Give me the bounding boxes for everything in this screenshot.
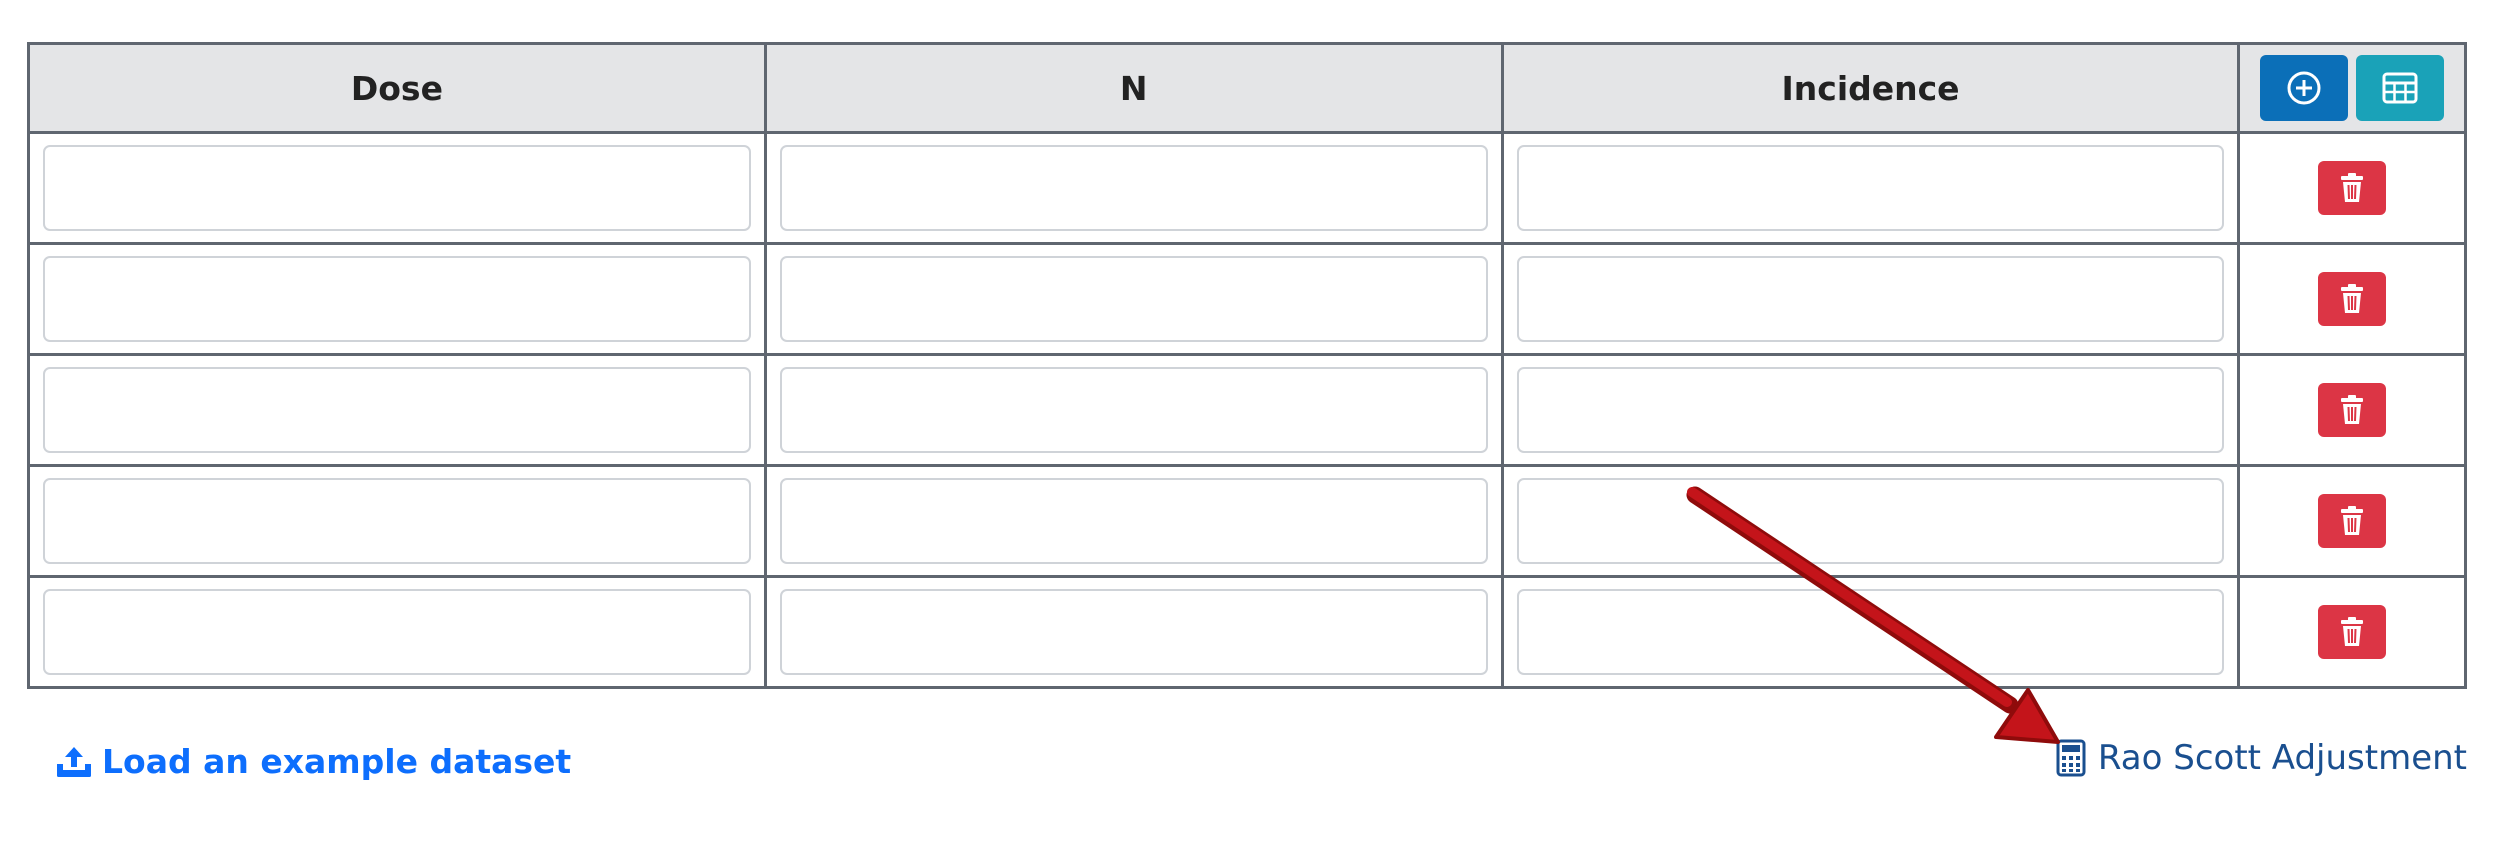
incidence-input[interactable] xyxy=(1516,589,2225,675)
table-row xyxy=(27,242,2467,356)
table-view-button[interactable] xyxy=(2356,55,2445,121)
table-row xyxy=(27,464,2467,578)
row-actions-cell xyxy=(2237,242,2467,356)
incidence-cell xyxy=(1500,575,2241,689)
load-example-label: Load an example dataset xyxy=(102,742,572,781)
column-header-dose: Dose xyxy=(27,42,767,134)
n-cell xyxy=(763,242,1504,356)
row-actions-cell xyxy=(2237,353,2467,467)
table-header-row: Dose N Incidence xyxy=(27,42,2467,134)
incidence-cell xyxy=(1500,464,2241,578)
dose-cell xyxy=(27,353,767,467)
incidence-input[interactable] xyxy=(1516,478,2225,564)
n-cell xyxy=(763,575,1504,689)
dose-cell xyxy=(27,575,767,689)
table-row xyxy=(27,575,2467,689)
calculator-icon xyxy=(2056,739,2086,777)
delete-row-button[interactable] xyxy=(2318,272,2387,326)
rao-scott-label: Rao Scott Adjustment xyxy=(2097,738,2467,778)
n-cell xyxy=(763,353,1504,467)
trash-icon xyxy=(2341,395,2364,424)
upload-icon xyxy=(57,746,91,777)
dose-input[interactable] xyxy=(43,367,751,453)
plus-circle-icon xyxy=(2287,71,2321,105)
n-input[interactable] xyxy=(779,145,1488,231)
page: Dose N Incidence Load an example dataset… xyxy=(0,0,2510,859)
delete-row-button[interactable] xyxy=(2318,494,2387,548)
trash-icon xyxy=(2341,173,2364,202)
dose-response-table: Dose N Incidence xyxy=(27,42,2467,689)
dose-cell xyxy=(27,464,767,578)
delete-row-button[interactable] xyxy=(2318,161,2387,215)
table-row xyxy=(27,131,2467,245)
incidence-cell xyxy=(1500,131,2241,245)
row-actions-cell xyxy=(2237,464,2467,578)
n-input[interactable] xyxy=(779,367,1488,453)
column-header-actions xyxy=(2237,42,2467,134)
n-cell xyxy=(763,464,1504,578)
table-icon xyxy=(2382,72,2418,104)
dose-input[interactable] xyxy=(43,256,751,342)
add-row-button[interactable] xyxy=(2260,55,2349,121)
incidence-cell xyxy=(1500,242,2241,356)
dose-input[interactable] xyxy=(43,478,751,564)
trash-icon xyxy=(2341,506,2364,535)
column-header-n: N xyxy=(763,42,1504,134)
trash-icon xyxy=(2341,617,2364,646)
load-example-dataset-link[interactable]: Load an example dataset xyxy=(54,742,571,781)
row-actions-cell xyxy=(2237,575,2467,689)
column-header-incidence: Incidence xyxy=(1500,42,2241,134)
dose-cell xyxy=(27,131,767,245)
row-actions-cell xyxy=(2237,131,2467,245)
incidence-input[interactable] xyxy=(1516,367,2225,453)
dose-input[interactable] xyxy=(43,145,751,231)
delete-row-button[interactable] xyxy=(2318,383,2387,437)
trash-icon xyxy=(2341,284,2364,313)
incidence-input[interactable] xyxy=(1516,256,2225,342)
n-cell xyxy=(763,131,1504,245)
incidence-input[interactable] xyxy=(1516,145,2225,231)
dose-input[interactable] xyxy=(43,589,751,675)
dose-cell xyxy=(27,242,767,356)
table-row xyxy=(27,353,2467,467)
n-input[interactable] xyxy=(779,256,1488,342)
delete-row-button[interactable] xyxy=(2318,605,2387,659)
incidence-cell xyxy=(1500,353,2241,467)
rao-scott-adjustment-link[interactable]: Rao Scott Adjustment xyxy=(2056,738,2467,778)
n-input[interactable] xyxy=(779,478,1488,564)
n-input[interactable] xyxy=(779,589,1488,675)
